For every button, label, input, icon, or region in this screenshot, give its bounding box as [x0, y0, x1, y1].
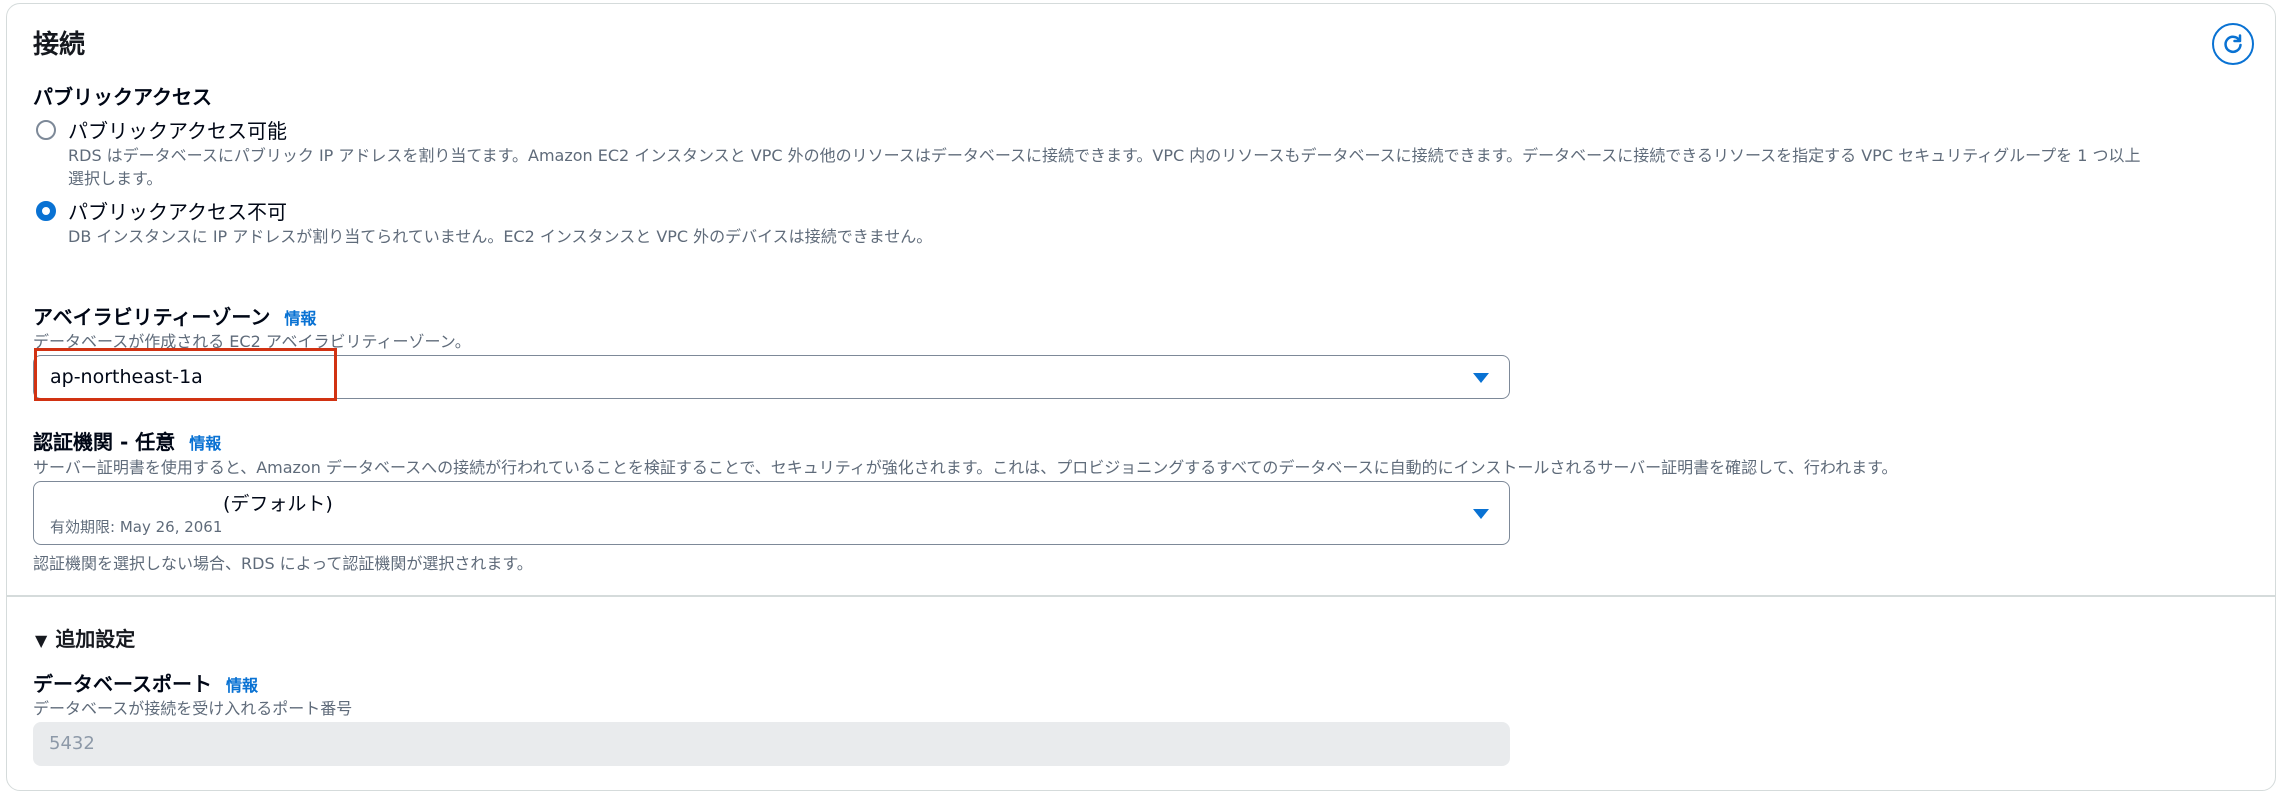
public-access-label: パブリックアクセス [33, 85, 212, 109]
caret-down-icon [1473, 509, 1489, 519]
additional-settings-label: 追加設定 [55, 627, 136, 651]
radio-public-accessible-description: RDS はデータベースにパブリック IP アドレスを割り当てます。Amazon … [68, 146, 2141, 165]
availability-zone-description: データベースが作成される EC2 アベイラビリティーゾーン。 [33, 332, 471, 351]
refresh-icon [2224, 34, 2242, 54]
certificate-authority-header: 認証機関 - 任意 情報 [33, 426, 221, 455]
availability-zone-select[interactable]: ap-northeast-1a [33, 355, 1510, 399]
radio-public-accessible-label: パブリックアクセス可能 [68, 119, 287, 143]
certificate-authority-info-link[interactable]: 情報 [189, 430, 221, 454]
availability-zone-info-link[interactable]: 情報 [284, 305, 316, 329]
availability-zone-value: ap-northeast-1a [50, 366, 203, 388]
database-port-header: データベースポート 情報 [33, 668, 258, 697]
radio-not-public-accessible[interactable]: パブリックアクセス不可 [36, 196, 287, 225]
radio-not-public-accessible-button[interactable] [36, 200, 56, 221]
availability-zone-header: アベイラビリティーゾーン 情報 [33, 301, 316, 330]
radio-not-public-accessible-description: DB インスタンスに IP アドレスが割り当てられていません。EC2 インスタン… [68, 227, 933, 246]
certificate-authority-value: (デフォルト) [223, 493, 333, 515]
radio-public-accessible-description-cont: 選択します。 [68, 169, 163, 188]
availability-zone-label: アベイラビリティーゾーン [33, 305, 271, 329]
caret-down-icon [1473, 373, 1489, 383]
radio-not-public-accessible-label: パブリックアクセス不可 [68, 200, 287, 224]
certificate-authority-select[interactable]: (デフォルト) 有効期限: May 26, 2061 [33, 481, 1510, 545]
additional-settings-toggle[interactable]: ▼ 追加設定 [35, 623, 135, 652]
refresh-button[interactable] [2212, 23, 2254, 65]
triangle-down-icon: ▼ [35, 631, 48, 650]
database-port-label: データベースポート [33, 672, 212, 696]
connectivity-panel: 接続 パブリックアクセス パブリックアクセス可能 RDS はデータベースにパブリ… [6, 3, 2276, 791]
certificate-authority-footnote: 認証機関を選択しない場合、RDS によって認証機関が選択されます。 [33, 554, 533, 573]
certificate-authority-expiry: 有効期限: May 26, 2061 [50, 518, 223, 536]
section-title: 接続 [33, 30, 86, 60]
radio-public-accessible[interactable]: パブリックアクセス可能 [36, 115, 287, 144]
database-port-description: データベースが接続を受け入れるポート番号 [33, 699, 353, 718]
section-divider [7, 595, 2275, 597]
radio-public-accessible-button[interactable] [36, 119, 56, 140]
database-port-input[interactable]: 5432 [33, 722, 1510, 766]
certificate-authority-label: 認証機関 - 任意 [33, 430, 176, 454]
certificate-authority-description: サーバー証明書を使用すると、Amazon データベースへの接続が行われていること… [33, 458, 1898, 477]
database-port-info-link[interactable]: 情報 [226, 672, 258, 696]
